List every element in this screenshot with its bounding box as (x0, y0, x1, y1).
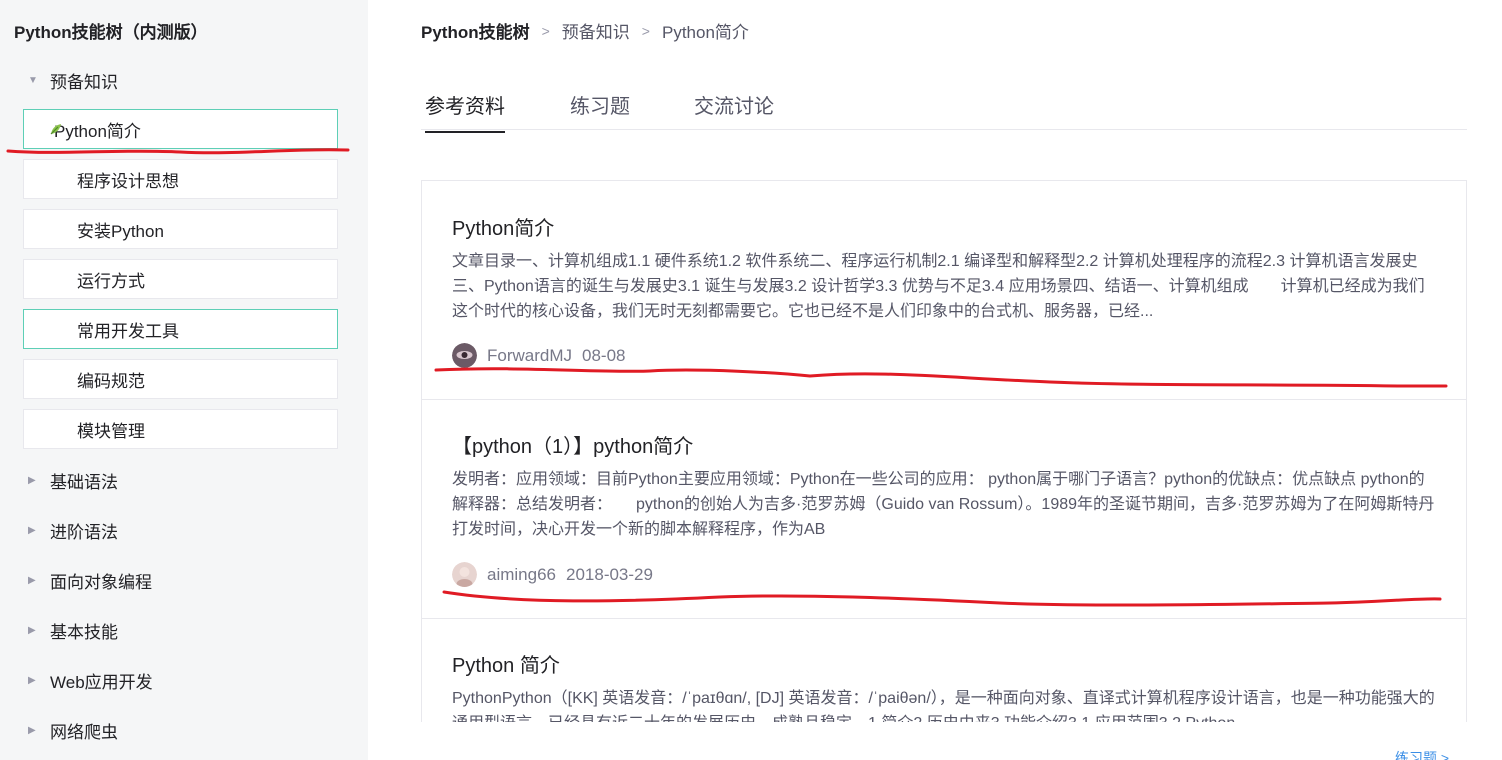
caret-down-icon: ▼ (28, 74, 38, 86)
tab-discussion[interactable]: 交流讨论 (694, 90, 774, 131)
tree-leaf-run-mode[interactable]: 运行方式 (23, 259, 338, 299)
tree-section-label: 基本技能 (50, 622, 118, 642)
tree-leaf-program-design[interactable]: 程序设计思想 (23, 159, 338, 199)
tree-leaf-label: 编码规范 (77, 371, 145, 391)
caret-right-icon: ▶ (28, 574, 36, 586)
tree-section-basic-skills[interactable]: ▶ 基本技能 (28, 615, 118, 645)
tree-leaf-label: 程序设计思想 (77, 171, 179, 191)
article-card[interactable]: Python简介 文章目录一、计算机组成1.1 硬件系统1.2 软件系统二、程序… (422, 181, 1466, 400)
tree-section-label: 网络爬虫 (50, 722, 118, 742)
tree-leaf-label: 运行方式 (77, 271, 145, 291)
tree-section-basic-syntax[interactable]: ▶ 基础语法 (28, 465, 118, 495)
article-title[interactable]: 【python（1）】python简介 (452, 430, 693, 459)
article-excerpt: 文章目录一、计算机组成1.1 硬件系统1.2 软件系统二、程序运行机制2.1 编… (452, 253, 1425, 320)
tree-section-label: 进阶语法 (50, 522, 118, 542)
tree-leaf-install-python[interactable]: 安装Python (23, 209, 338, 249)
tab-bar: 参考资料 练习题 交流讨论 (421, 80, 1467, 133)
article-date: 08-08 (582, 345, 626, 365)
tree-leaf-label: 常用开发工具 (77, 321, 179, 341)
tree-leaf-coding-style[interactable]: 编码规范 (23, 359, 338, 399)
tree-section-label: 基础语法 (50, 472, 118, 492)
article-title[interactable]: Python简介 (452, 212, 554, 241)
breadcrumb-current: Python简介 (661, 23, 749, 42)
article-list: Python简介 文章目录一、计算机组成1.1 硬件系统1.2 软件系统二、程序… (421, 180, 1467, 722)
article-meta: ForwardMJ 08-08 (452, 343, 626, 368)
tab-exercises[interactable]: 练习题 (570, 90, 630, 131)
article-author[interactable]: ForwardMJ (487, 346, 572, 366)
article-meta: aiming66 2018-03-29 (452, 562, 653, 587)
tree-leaf-python-intro[interactable]: Python简介 (23, 109, 338, 149)
caret-right-icon: ▶ (28, 624, 36, 636)
tree-section-label: Web应用开发 (50, 672, 153, 692)
tree-leaf-module-management[interactable]: 模块管理 (23, 409, 338, 449)
breadcrumb: Python技能树 > 预备知识 > Python简介 (421, 18, 749, 43)
tree-section-label: 预备知识 (50, 72, 118, 92)
article-card[interactable]: Python 简介 PythonPython（[KK] 英语发音：/ˈpaɪθɑ… (422, 619, 1466, 722)
article-title[interactable]: Python 简介 (452, 649, 560, 678)
article-author[interactable]: aiming66 (487, 565, 556, 585)
article-excerpt: 发明者：应用领域：目前Python主要应用领域：Python在一些公司的应用： … (452, 471, 1435, 538)
sidebar: Python技能树（内测版） ▼ 预备知识 Python简介 程序设计思想 安装… (0, 0, 368, 760)
tree-section-label: 面向对象编程 (50, 572, 152, 592)
tree-section-oop[interactable]: ▶ 面向对象编程 (28, 565, 152, 595)
tree-section-web-dev[interactable]: ▶ Web应用开发 (28, 665, 153, 695)
avatar (452, 562, 477, 587)
leaf-icon (50, 124, 61, 135)
caret-right-icon: ▶ (28, 474, 36, 486)
chevron-right-icon: > (541, 22, 550, 39)
breadcrumb-root[interactable]: Python技能树 (421, 18, 530, 43)
article-excerpt: PythonPython（[KK] 英语发音：/ˈpaɪθɑn/, [DJ] 英… (452, 690, 1435, 722)
main-content: Python技能树 > 预备知识 > Python简介 参考资料 练习题 交流讨… (368, 0, 1502, 760)
exercises-link[interactable]: 练习题 > (1395, 748, 1449, 760)
tree-section-advanced-syntax[interactable]: ▶ 进阶语法 (28, 515, 118, 545)
tree-leaf-label: Python简介 (54, 121, 141, 141)
avatar (452, 343, 477, 368)
caret-right-icon: ▶ (28, 524, 36, 536)
tab-references[interactable]: 参考资料 (425, 90, 505, 133)
chevron-right-icon: > (641, 22, 650, 39)
tree-leaf-dev-tools[interactable]: 常用开发工具 (23, 309, 338, 349)
app-title: Python技能树（内测版） (14, 23, 208, 42)
tree-leaf-label: 安装Python (77, 221, 164, 241)
breadcrumb-level1[interactable]: 预备知识 (562, 18, 630, 43)
caret-right-icon: ▶ (28, 724, 36, 736)
article-card[interactable]: 【python（1）】python简介 发明者：应用领域：目前Python主要应… (422, 400, 1466, 619)
caret-right-icon: ▶ (28, 674, 36, 686)
article-date: 2018-03-29 (566, 564, 653, 584)
tree-section-prereq[interactable]: ▼ 预备知识 (28, 65, 118, 95)
tree-section-web-crawler[interactable]: ▶ 网络爬虫 (28, 715, 118, 745)
tree-leaf-label: 模块管理 (77, 421, 145, 441)
